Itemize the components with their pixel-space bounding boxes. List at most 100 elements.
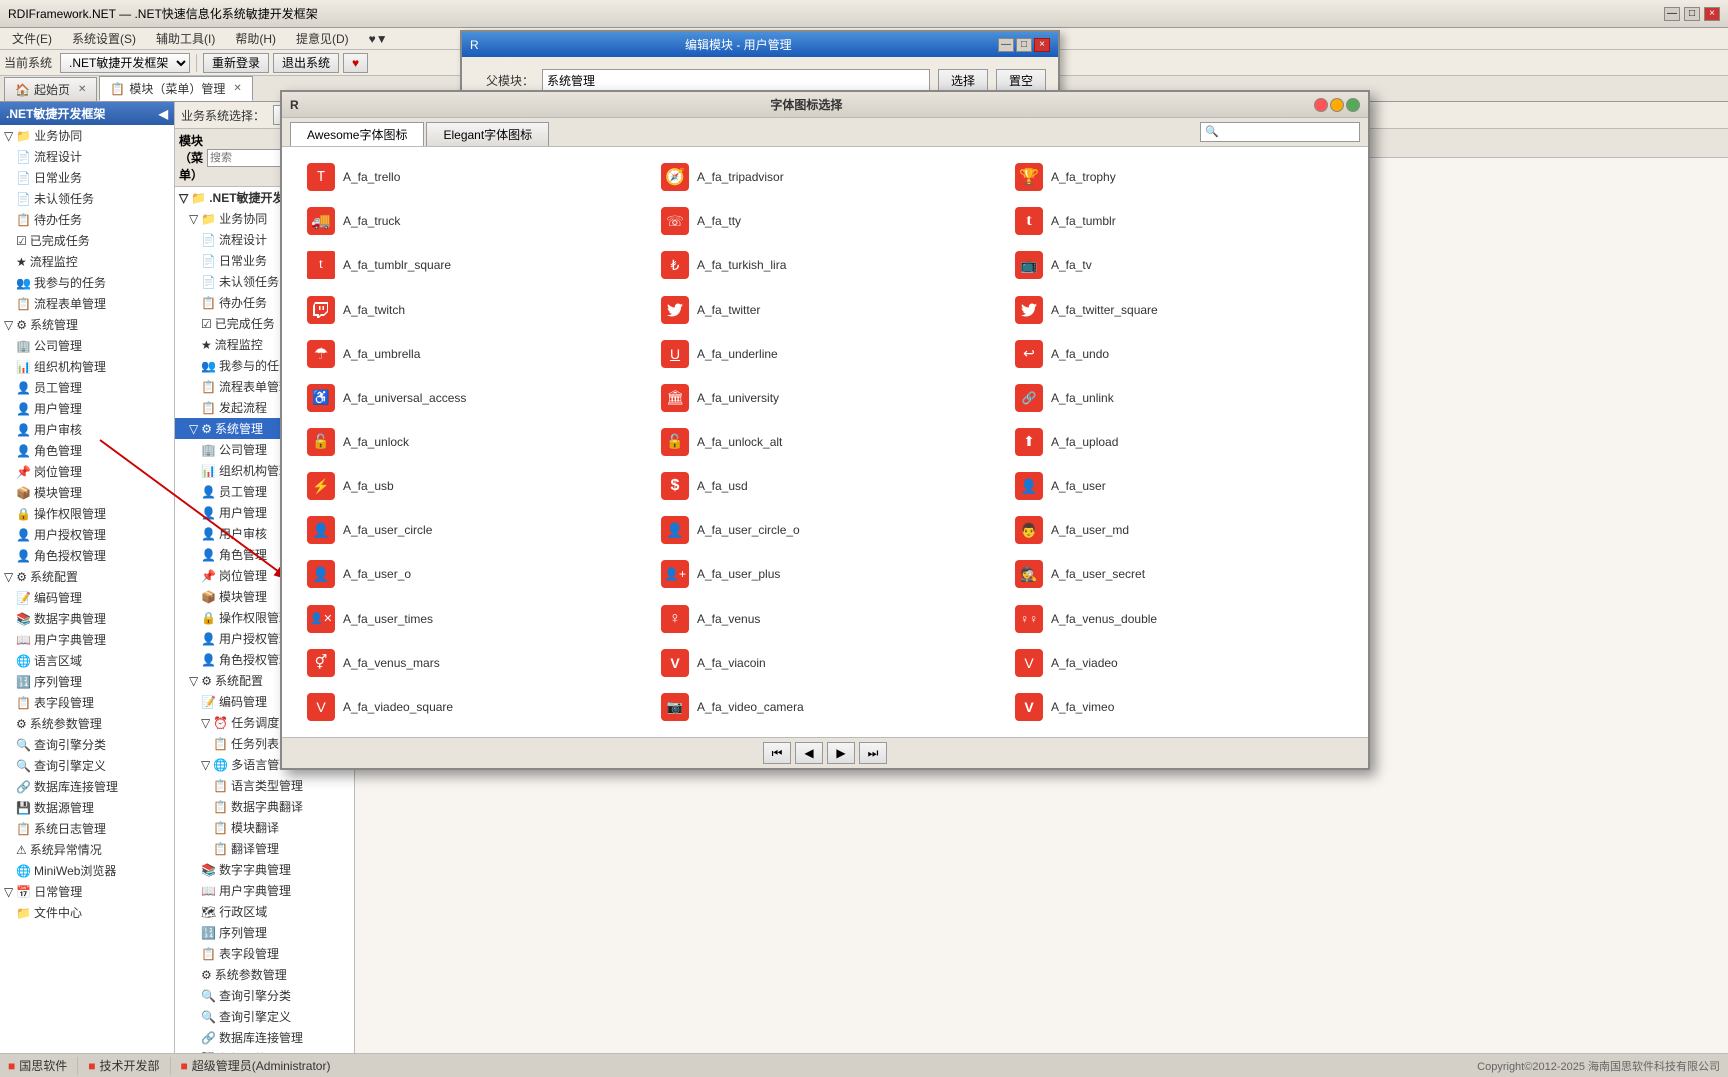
icon-item-unlock-alt[interactable]: 🔓 A_fa_unlock_alt (648, 420, 1002, 464)
parent-module-input[interactable] (542, 69, 930, 91)
sidebar-item-rizhiguanli[interactable]: 📋 系统日志管理 (0, 818, 174, 839)
system-selector[interactable]: .NET敏捷开发框架 (60, 53, 190, 73)
sidebar-item-caozuoquanxian[interactable]: 🔒 操作权限管理 (0, 503, 174, 524)
icon-item-undo[interactable]: ↩ A_fa_undo (1002, 332, 1356, 376)
icon-item-tty[interactable]: ☏ A_fa_tty (648, 199, 1002, 243)
tree-node-yonghuziidian2[interactable]: 📖 用户字典管理 (175, 880, 354, 901)
sidebar-item-yonghu[interactable]: 👤 用户管理 (0, 398, 174, 419)
tree-node-xitongcanshu2[interactable]: ⚙ 系统参数管理 (175, 964, 354, 985)
icon-item-trophy[interactable]: 🏆 A_fa_trophy (1002, 155, 1356, 199)
sidebar-item-yonghushouquan[interactable]: 👤 用户授权管理 (0, 524, 174, 545)
tree-node-shujuzidiianfanyi[interactable]: 📋 数据字典翻译 (175, 796, 354, 817)
icon-item-unlock[interactable]: 🔓 A_fa_unlock (294, 420, 648, 464)
tree-node-fanyiguanli[interactable]: 📋 翻译管理 (175, 838, 354, 859)
sidebar-item-mokuai[interactable]: 📦 模块管理 (0, 482, 174, 503)
icon-item-user-md[interactable]: 👨 A_fa_user_md (1002, 508, 1356, 552)
icon-item-user-o[interactable]: 👤 A_fa_user_o (294, 552, 648, 596)
icon-item-usb[interactable]: ⚡ A_fa_usb (294, 464, 648, 508)
icon-item-tumblr[interactable]: t A_fa_tumblr (1002, 199, 1356, 243)
icon-item-twitter-square[interactable]: A_fa_twitter_square (1002, 287, 1356, 331)
icon-item-video-camera[interactable]: 📷 A_fa_video_camera (648, 685, 1002, 729)
sidebar-item-shujuyuan[interactable]: 💾 数据源管理 (0, 797, 174, 818)
sidebar-item-wenjianzhongxin[interactable]: 📁 文件中心 (0, 902, 174, 923)
icon-item-turkish-lira[interactable]: ₺ A_fa_turkish_lira (648, 243, 1002, 287)
icon-picker-minimize[interactable] (1330, 98, 1344, 112)
menu-feedback[interactable]: 提意见(D) (288, 28, 357, 49)
menu-system-settings[interactable]: 系统设置(S) (64, 28, 144, 49)
tab-menu-close[interactable]: ✕ (233, 83, 241, 94)
menu-tools[interactable]: 辅助工具(I) (148, 28, 223, 49)
nav-prev[interactable]: ◀ (795, 742, 823, 764)
sidebar-item-yuangong[interactable]: 👤 员工管理 (0, 377, 174, 398)
icon-item-user-circle[interactable]: 👤 A_fa_user_circle (294, 508, 648, 552)
heart-btn[interactable]: ♥ (343, 53, 368, 73)
icon-item-user-secret[interactable]: 🕵 A_fa_user_secret (1002, 552, 1356, 596)
sidebar-item-yuyanquyu[interactable]: 🌐 语言区域 (0, 650, 174, 671)
icon-item-unlink[interactable]: 🔗 A_fa_unlink (1002, 376, 1356, 420)
icon-item-venus-mars[interactable]: ⚥ A_fa_venus_mars (294, 641, 648, 685)
sidebar-item-jiaoseshouquan[interactable]: 👤 角色授权管理 (0, 545, 174, 566)
icon-item-twitch[interactable]: A_fa_twitch (294, 287, 648, 331)
tree-node-chaxunyinfendinyi2[interactable]: 🔍 查询引擎定义 (175, 1006, 354, 1027)
sidebar-item-shujuziidian[interactable]: 📚 数据字典管理 (0, 608, 174, 629)
select-btn[interactable]: 选择 (938, 69, 988, 91)
sidebar-item-liuchengbiao[interactable]: 📋 流程表单管理 (0, 293, 174, 314)
tab-awesome[interactable]: Awesome字体图标 (290, 122, 424, 146)
menu-file[interactable]: 文件(E) (4, 28, 60, 49)
sidebar-item-yonghuziidian[interactable]: 📖 用户字典管理 (0, 629, 174, 650)
icon-item-viadeo-square[interactable]: V A_fa_viadeo_square (294, 685, 648, 729)
tab-home-close[interactable]: ✕ (78, 84, 86, 95)
tree-node-yuyantype[interactable]: 📋 语言类型管理 (175, 775, 354, 796)
sidebar-item-biaoziiduan[interactable]: 📋 表字段管理 (0, 692, 174, 713)
relogin-btn[interactable]: 重新登录 (203, 53, 269, 73)
sidebar-item-yichangqingkuang[interactable]: ⚠ 系统异常情况 (0, 839, 174, 860)
sidebar-item-xitonpeizhi[interactable]: ▽ ⚙ 系统配置 (0, 566, 174, 587)
icon-search-input[interactable] (1200, 122, 1360, 142)
icon-item-tripadvisor[interactable]: 🧭 A_fa_tripadvisor (648, 155, 1002, 199)
sidebar-item-richang[interactable]: 📄 日常业务 (0, 167, 174, 188)
icon-item-venus-double[interactable]: ♀♀ A_fa_venus_double (1002, 597, 1356, 641)
tree-node-xingzhengquyu[interactable]: 🗺 行政区域 (175, 901, 354, 922)
icon-item-viadeo[interactable]: V A_fa_viadeo (1002, 641, 1356, 685)
menu-help[interactable]: 帮助(H) (227, 28, 284, 49)
icon-item-twitter[interactable]: A_fa_twitter (648, 287, 1002, 331)
icon-item-university[interactable]: 🏛 A_fa_university (648, 376, 1002, 420)
sidebar-item-xulie[interactable]: 🔢 序列管理 (0, 671, 174, 692)
icon-item-underline[interactable]: U A_fa_underline (648, 332, 1002, 376)
tree-node-shujuziidian2[interactable]: 📚 数字字典管理 (175, 859, 354, 880)
close-btn[interactable]: × (1704, 7, 1720, 21)
icon-item-universal-access[interactable]: ♿ A_fa_universal_access (294, 376, 648, 420)
sidebar-item-gangwei[interactable]: 📌 岗位管理 (0, 461, 174, 482)
sidebar-item-biama[interactable]: 📝 编码管理 (0, 587, 174, 608)
icon-item-upload[interactable]: ⬆ A_fa_upload (1002, 420, 1356, 464)
sidebar-item-yewuxietong[interactable]: ▽ 📁 业务协同 (0, 125, 174, 146)
icon-item-viacoin[interactable]: V A_fa_viacoin (648, 641, 1002, 685)
tab-home[interactable]: 🏠 起始页 ✕ (4, 77, 97, 101)
tree-node-biaoziduan2[interactable]: 📋 表字段管理 (175, 943, 354, 964)
edit-dialog-close-btn[interactable]: × (1034, 38, 1050, 52)
sidebar-item-zuzhijigou[interactable]: 📊 组织机构管理 (0, 356, 174, 377)
tree-node-chaxunyinfenfenlei2[interactable]: 🔍 查询引擎分类 (175, 985, 354, 1006)
menu-heart[interactable]: ♥▼ (361, 30, 396, 48)
logout-btn[interactable]: 退出系统 (273, 53, 339, 73)
maximize-btn[interactable]: □ (1684, 7, 1700, 21)
tree-node-xulie2[interactable]: 🔢 序列管理 (175, 922, 354, 943)
sidebar-item-richangguanli[interactable]: ▽ 📅 日常管理 (0, 881, 174, 902)
icon-item-tv[interactable]: 📺 A_fa_tv (1002, 243, 1356, 287)
icon-item-user-times[interactable]: 👤✕ A_fa_user_times (294, 597, 648, 641)
sidebar-item-wocanyujia[interactable]: 👥 我参与的任务 (0, 272, 174, 293)
tree-node-shujukulianjie2[interactable]: 🔗 数据库连接管理 (175, 1027, 354, 1048)
icon-item-venus[interactable]: ♀ A_fa_venus (648, 597, 1002, 641)
icon-item-tumblr-square[interactable]: t A_fa_tumblr_square (294, 243, 648, 287)
sidebar-item-shujukulianjie[interactable]: 🔗 数据库连接管理 (0, 776, 174, 797)
icon-picker-maximize[interactable] (1346, 98, 1360, 112)
sidebar-item-xitongguanli[interactable]: ▽ ⚙ 系统管理 (0, 314, 174, 335)
nav-next[interactable]: ▶ (827, 742, 855, 764)
sidebar-item-liuchengjiank[interactable]: ★ 流程监控 (0, 251, 174, 272)
icon-item-truck[interactable]: 🚚 A_fa_truck (294, 199, 648, 243)
tree-node-mokuaifanyi[interactable]: 📋 模块翻译 (175, 817, 354, 838)
icon-picker-close[interactable] (1314, 98, 1328, 112)
sidebar-item-miniweb[interactable]: 🌐 MiniWeb浏览器 (0, 860, 174, 881)
icon-item-user-plus[interactable]: 👤+ A_fa_user_plus (648, 552, 1002, 596)
icon-item-user[interactable]: 👤 A_fa_user (1002, 464, 1356, 508)
